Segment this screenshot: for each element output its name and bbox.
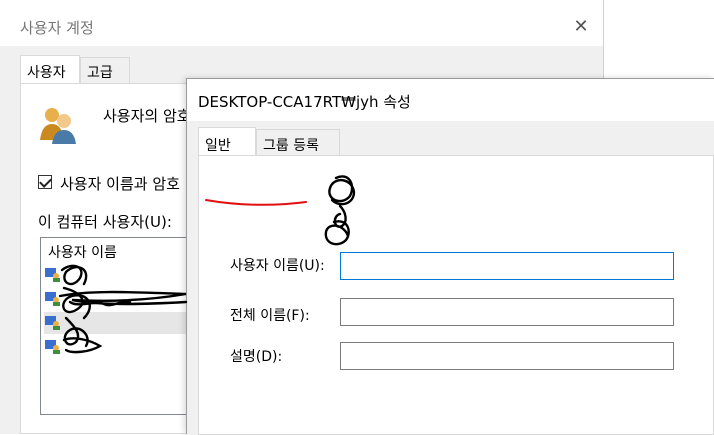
tab-group-membership[interactable]: 그룹 등록 — [256, 129, 340, 155]
list-item[interactable] — [44, 288, 194, 310]
user-icon — [45, 340, 60, 354]
checkbox-label: 사용자 이름과 암호 — [60, 175, 180, 193]
users-listbox[interactable]: 사용자 이름 — [40, 237, 200, 415]
close-icon[interactable]: ✕ — [568, 14, 594, 40]
tab-general[interactable]: 일반 — [198, 127, 256, 155]
full-name-field[interactable] — [340, 298, 674, 326]
tab-advanced[interactable]: 고급 — [80, 57, 130, 83]
window-title: 사용자 계정 — [20, 19, 94, 37]
full-name-label: 전체 이름(F): — [230, 308, 310, 324]
user-properties-window: DESKTOP-CCA17RT₩jyh 속성 사용자 이름(U): 전체 이름(… — [186, 78, 714, 435]
user-icon — [45, 292, 60, 306]
list-item[interactable] — [44, 312, 194, 334]
list-item[interactable] — [44, 264, 194, 286]
tab-label: 일반 — [205, 138, 231, 154]
column-header-username: 사용자 이름 — [48, 245, 117, 261]
user-icon — [45, 268, 60, 282]
description-label: 설명(D): — [230, 349, 283, 365]
tab-panel: 사용자 이름(U): 전체 이름(F): 설명(D): — [198, 155, 714, 435]
title-bar: 사용자 계정 ✕ — [0, 0, 603, 46]
title-bar: DESKTOP-CCA17RT₩jyh 속성 — [187, 79, 714, 121]
user-icon — [45, 316, 60, 330]
description-text: 사용자의 암호 — [103, 107, 191, 125]
window-title: DESKTOP-CCA17RT₩jyh 속성 — [198, 93, 411, 111]
tab-label: 사용자 — [27, 65, 66, 81]
users-list-label: 이 컴퓨터 사용자(U): — [38, 213, 172, 231]
list-item[interactable] — [44, 336, 194, 358]
tab-label: 그룹 등록 — [263, 138, 319, 154]
username-field[interactable] — [340, 252, 674, 280]
username-label: 사용자 이름(U): — [230, 258, 325, 274]
tab-label: 고급 — [87, 65, 113, 81]
description-field[interactable] — [340, 342, 674, 370]
tab-users[interactable]: 사용자 — [20, 55, 80, 83]
must-enter-password-checkbox[interactable] — [38, 175, 52, 189]
users-icon — [40, 108, 76, 144]
